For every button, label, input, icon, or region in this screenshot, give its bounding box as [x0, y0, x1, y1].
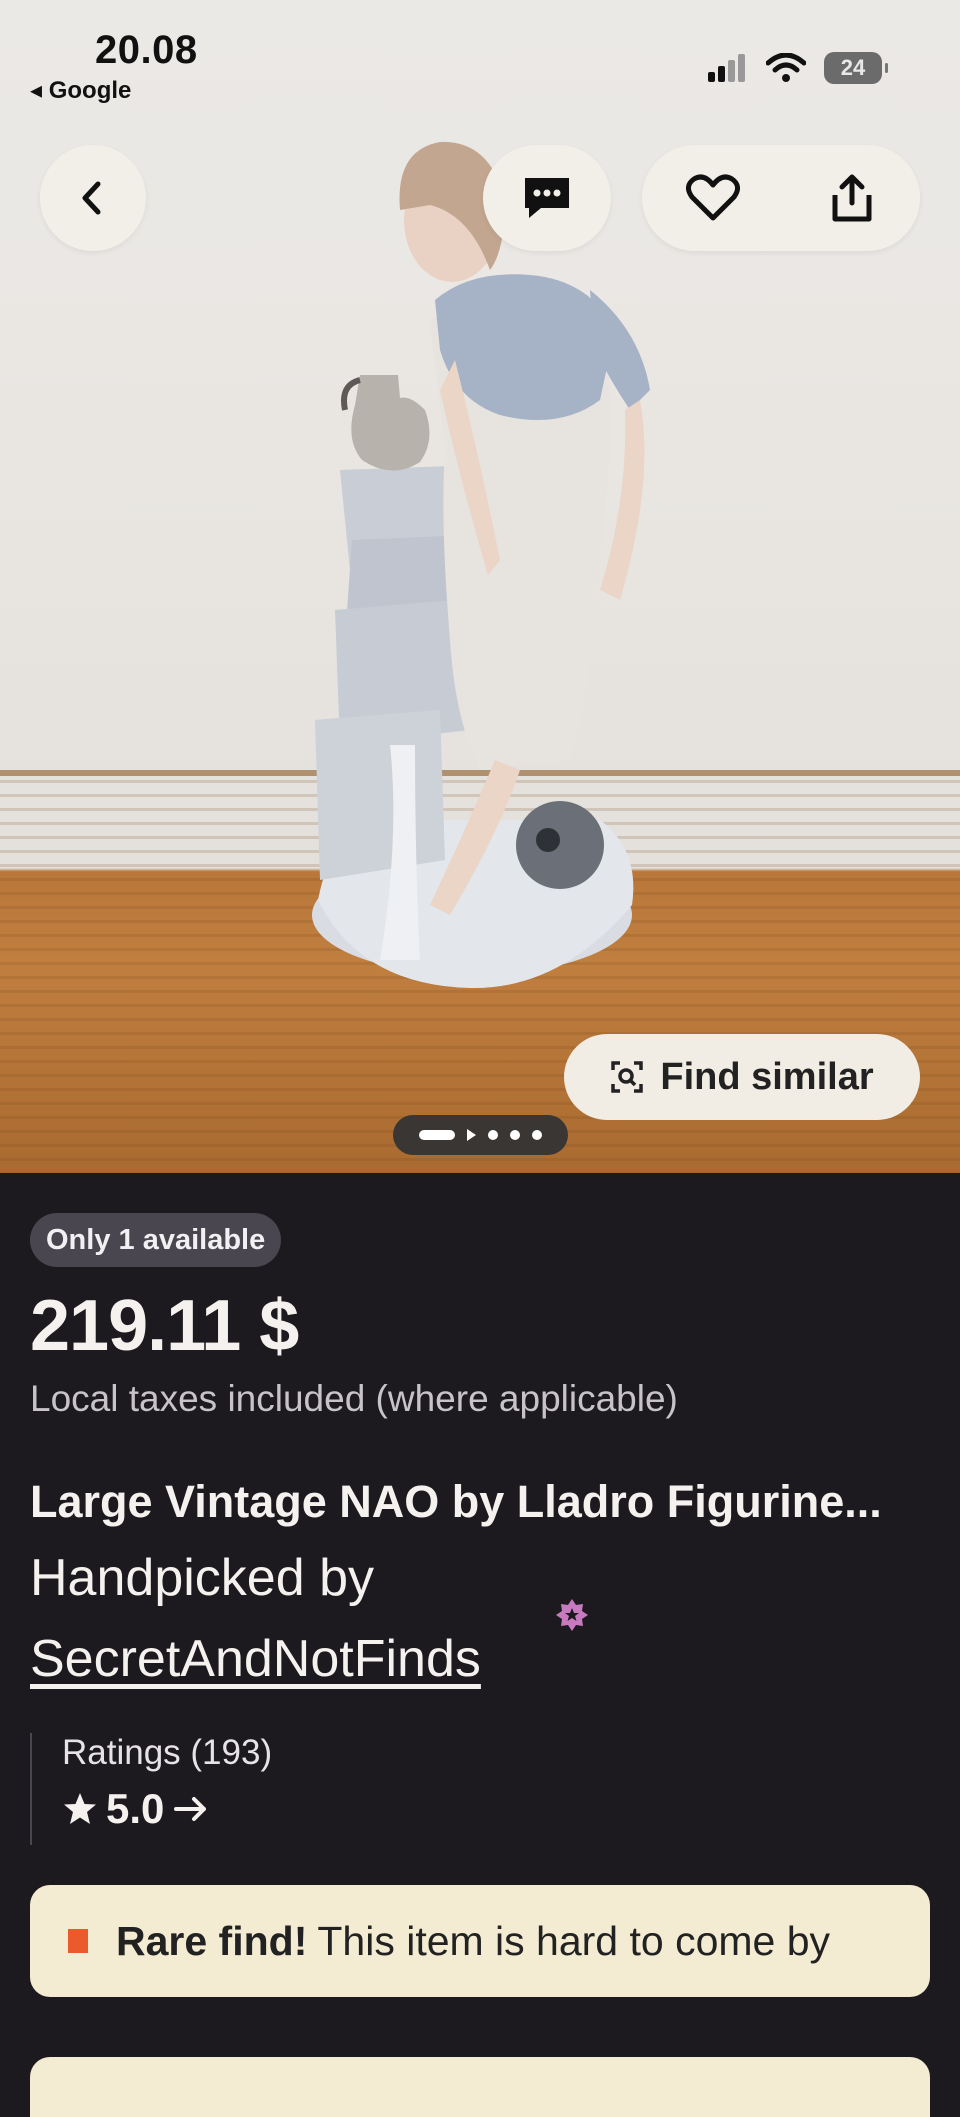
- rating-row: 5.0: [62, 1785, 272, 1833]
- pager-play-icon: [467, 1129, 476, 1141]
- handpicked-label: Handpicked by: [30, 1549, 374, 1607]
- tax-note: Local taxes included (where applicable): [30, 1378, 678, 1419]
- battery-level: 24: [840, 55, 866, 80]
- rare-find-title: Rare find!: [116, 1917, 308, 1964]
- find-similar-label: Find similar: [660, 1055, 874, 1098]
- ratings-link[interactable]: Ratings (193) 5.0: [30, 1733, 272, 1845]
- product-image-gallery[interactable]: 20.08 ◂ Google 24 Find similar: [0, 0, 960, 1173]
- ratings-label: Ratings (193): [62, 1733, 273, 1772]
- arrow-right-icon: [174, 1797, 207, 1821]
- image-pager[interactable]: [393, 1115, 568, 1155]
- back-to-app-link[interactable]: ◂ Google: [30, 76, 131, 105]
- status-time: 20.08: [95, 28, 198, 72]
- back-app-label: Google: [48, 77, 132, 104]
- next-info-card: [30, 2057, 930, 2117]
- listing-title[interactable]: Large Vintage NAO by Lladro Figurine...: [30, 1476, 940, 1528]
- visual-search-icon: [611, 1061, 644, 1093]
- pager-dot[interactable]: [510, 1130, 520, 1140]
- message-dots-icon: [525, 178, 569, 218]
- favorite-share-group: [642, 145, 920, 251]
- rating-value: 5.0: [106, 1785, 165, 1832]
- seller-link[interactable]: SecretAndNotFinds: [30, 1629, 481, 1689]
- signal-icon: [708, 54, 745, 82]
- rare-find-text: This item is hard to come by: [317, 1917, 831, 1964]
- share-icon[interactable]: [827, 173, 877, 223]
- message-seller-button[interactable]: [483, 145, 611, 251]
- pager-active-indicator: [419, 1130, 455, 1140]
- star-seller-icon: [556, 1599, 588, 1631]
- pager-dot[interactable]: [488, 1130, 498, 1140]
- availability-badge: Only 1 available: [30, 1213, 282, 1267]
- status-bar: 20.08 ◂ Google 24: [0, 0, 960, 110]
- find-similar-button[interactable]: Find similar: [564, 1034, 920, 1120]
- pager-dot[interactable]: [532, 1130, 542, 1140]
- chevron-left-icon: [82, 181, 101, 215]
- heart-icon[interactable]: [685, 174, 740, 222]
- price: 219.11 $: [30, 1286, 299, 1366]
- listing-details: Only 1 available 219.11 $ Local taxes in…: [0, 1173, 960, 2117]
- wifi-icon: [766, 53, 806, 82]
- rare-find-banner: Rare find! This item is hard to come by: [30, 1885, 930, 1997]
- status-icons: 24: [708, 52, 888, 84]
- rare-find-marker-icon: [68, 1929, 88, 1953]
- battery-icon: 24: [824, 52, 888, 84]
- star-icon: [64, 1793, 96, 1824]
- back-button[interactable]: [40, 145, 146, 251]
